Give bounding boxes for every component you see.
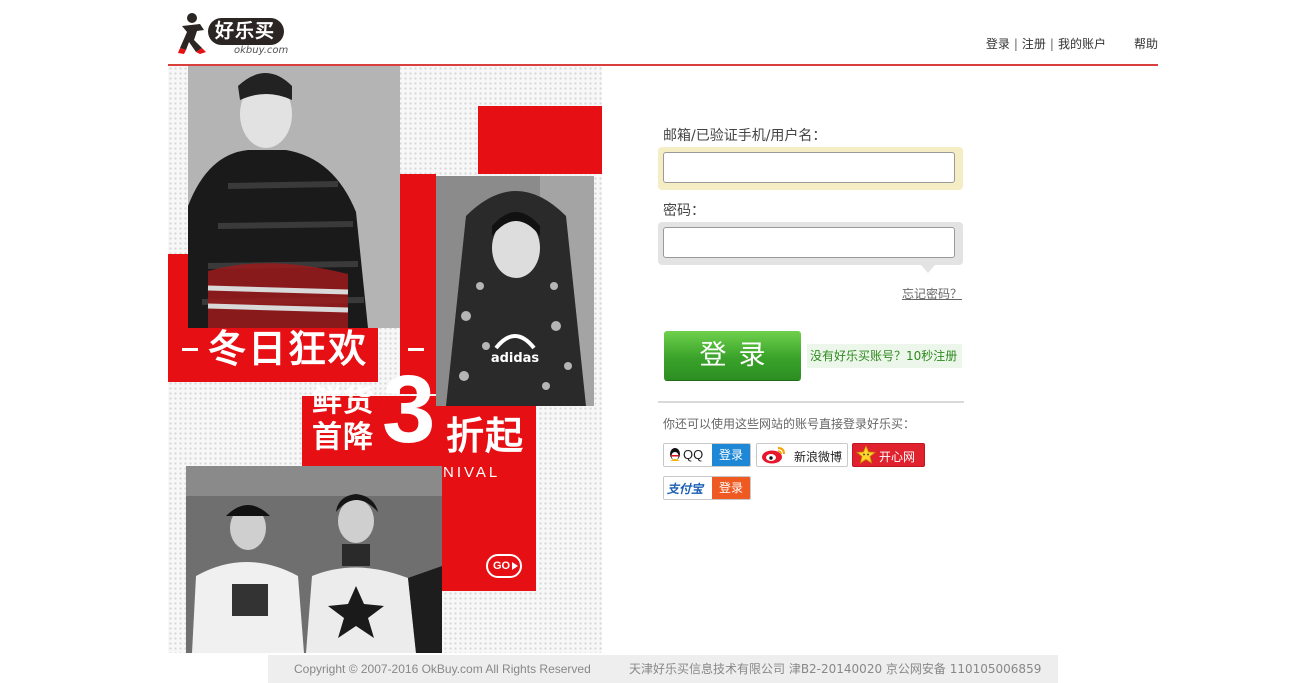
third-party-login-text: 你还可以使用这些网站的账号直接登录好乐买：	[663, 417, 916, 431]
logo-text: 好乐买	[208, 18, 285, 45]
banner-discount-number: 3	[382, 356, 436, 463]
nav-register-link[interactable]: 注册	[1022, 37, 1046, 51]
nav-login-link[interactable]: 登录	[986, 37, 1010, 51]
banner-title: 冬日狂欢	[208, 327, 369, 371]
password-tooltip-arrow	[921, 265, 935, 273]
qq-login-button[interactable]: QQ 登录	[663, 443, 751, 467]
promo-banner[interactable]: adidas 冬日狂欢 鲜货 首降 3 折起 WINTER CARNIVAL	[168, 66, 602, 653]
banner-title-dash	[182, 348, 198, 351]
nav-separator: |	[1049, 37, 1054, 51]
footer-copyright: Copyright © 2007-2016 OkBuy.com All Righ…	[294, 662, 591, 676]
logo-domain: okbuy.com	[234, 45, 289, 56]
logo[interactable]: 好乐买 okbuy.com	[178, 10, 293, 60]
form-divider	[658, 401, 964, 403]
weibo-icon	[761, 446, 787, 464]
banner-promo-line2: 首降	[312, 420, 374, 455]
nav-help-link[interactable]: 帮助	[1134, 37, 1158, 51]
login-submit-button[interactable]: 登录	[664, 331, 801, 380]
kaixin-login-label: 开心网	[879, 450, 916, 464]
banner-red-block	[478, 106, 602, 174]
password-input[interactable]	[663, 227, 955, 258]
nav-separator: |	[1013, 37, 1018, 51]
banner-discount-suffix: 折起	[446, 414, 525, 458]
password-label: 密码：	[663, 203, 705, 219]
model-photo-couple	[186, 466, 442, 653]
model-photo-man	[188, 66, 400, 328]
model-photo-woman-illustration: adidas	[436, 176, 594, 406]
qq-penguin-icon	[668, 447, 682, 463]
password-field-wrap	[658, 222, 963, 265]
weibo-login-button[interactable]: 新浪微博	[756, 443, 848, 467]
banner-go-label: GO	[493, 560, 511, 572]
banner-promo-line1: 鲜货	[312, 384, 374, 419]
qq-login-name: QQ	[683, 447, 704, 462]
model-photo-man-illustration	[188, 66, 400, 328]
kaixin-login-button[interactable]: 开心网	[852, 443, 925, 467]
alipay-logo-icon: 支付宝	[667, 482, 704, 496]
footer: Copyright © 2007-2016 OkBuy.com All Righ…	[268, 655, 1058, 683]
top-nav: 登录 | 注册 | 我的账户 帮助	[986, 35, 1158, 52]
nav-account-link[interactable]: 我的账户	[1058, 37, 1106, 51]
username-label: 邮箱/已验证手机/用户名：	[663, 128, 827, 144]
username-input[interactable]	[663, 152, 955, 183]
username-field-wrap	[658, 147, 963, 190]
alipay-login-action: 登录	[712, 477, 750, 499]
register-link[interactable]: 没有好乐买账号？10秒注册	[807, 344, 962, 368]
play-arrow-icon	[512, 562, 519, 571]
kaixin-star-icon	[855, 444, 877, 465]
model-photo-couple-illustration	[186, 466, 442, 653]
footer-company-info: 天津好乐买信息技术有限公司 津B2-20140020 京公网安备 1101050…	[629, 662, 1042, 676]
banner-title-dash	[408, 348, 424, 351]
runner-logo-icon	[178, 13, 206, 54]
banner-go-button[interactable]: GO	[486, 554, 522, 578]
weibo-login-label: 新浪微博	[794, 450, 843, 464]
alipay-login-button[interactable]: 支付宝 登录	[663, 476, 751, 500]
qq-login-action: 登录	[712, 444, 750, 466]
banner-brand-mark: adidas	[491, 351, 540, 366]
model-photo-woman: adidas	[436, 176, 594, 406]
forgot-password-link[interactable]: 忘记密码？	[902, 285, 962, 302]
